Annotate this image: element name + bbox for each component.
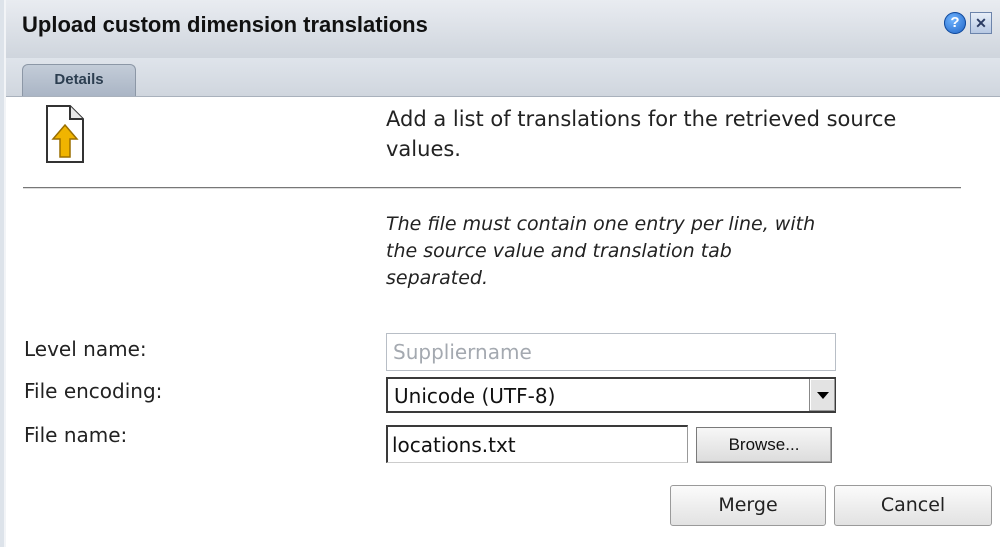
file-encoding-value: Unicode (UTF-8) xyxy=(394,384,556,408)
close-icon[interactable]: ✕ xyxy=(970,12,992,34)
file-format-note: The file must contain one entry per line… xyxy=(386,213,816,289)
chevron-down-icon[interactable] xyxy=(809,379,835,411)
section-divider xyxy=(23,187,961,189)
file-encoding-label: File encoding: xyxy=(24,379,163,403)
help-icon[interactable]: ? xyxy=(944,12,966,34)
cancel-button[interactable]: Cancel xyxy=(834,485,992,526)
browse-button[interactable]: Browse... xyxy=(696,427,832,463)
file-name-input[interactable] xyxy=(386,425,688,463)
titlebar-controls: ? ✕ xyxy=(944,12,992,34)
intro-text: Add a list of translations for the retri… xyxy=(386,107,897,161)
dialog-titlebar: Upload custom dimension translations ? ✕ xyxy=(6,0,1000,59)
level-name-label: Level name: xyxy=(24,337,147,361)
dialog-content xyxy=(6,97,1000,547)
upload-file-icon xyxy=(46,105,84,163)
merge-button[interactable]: Merge xyxy=(670,485,826,526)
tab-details[interactable]: Details xyxy=(22,64,136,96)
file-encoding-select[interactable]: Unicode (UTF-8) xyxy=(386,377,836,413)
level-name-input[interactable] xyxy=(386,333,836,371)
dialog-title: Upload custom dimension translations xyxy=(22,12,428,37)
file-name-label: File name: xyxy=(24,423,128,447)
tab-strip: Details xyxy=(6,58,1000,97)
upload-translations-dialog: Upload custom dimension translations ? ✕… xyxy=(0,0,1000,547)
